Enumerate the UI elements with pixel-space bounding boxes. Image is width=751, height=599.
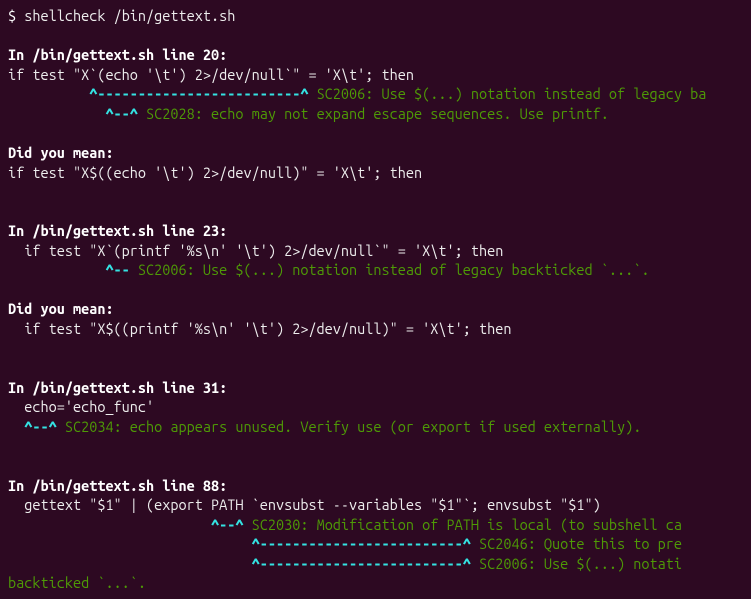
issue-pointer: ^-------------------------^ SC2006: Use … [8, 84, 743, 104]
caret-range: ^-------------------------^ [8, 555, 479, 572]
did-you-mean-code: if test "X$((echo '\t') 2>/dev/null)" = … [8, 163, 743, 183]
shell-prompt: $ [8, 7, 24, 24]
caret-range: ^-- [8, 261, 138, 278]
issue-message-continuation: backticked `...`. [8, 573, 743, 593]
issue-message: SC2046: Quote this to pre [479, 535, 682, 552]
issue-header: In /bin/gettext.sh line 20: [8, 45, 743, 65]
issue-message: SC2006: Use $(...) notation instead of l… [317, 85, 707, 102]
issue-message: SC2034: echo appears unused. Verify use … [65, 418, 642, 435]
command-line[interactable]: $ shellcheck /bin/gettext.sh [8, 6, 743, 26]
blank-line [8, 202, 743, 222]
blank-line [8, 436, 743, 456]
issue-pointer: ^-- SC2006: Use $(...) notation instead … [8, 260, 743, 280]
caret-range: ^--^ [8, 516, 252, 533]
did-you-mean-label: Did you mean: [8, 299, 743, 319]
blank-line [8, 339, 743, 359]
blank-line [8, 182, 743, 202]
issue-pointer: ^-------------------------^ SC2046: Quot… [8, 534, 743, 554]
issue-message: SC2006: Use $(...) notati [479, 555, 682, 572]
blank-line [8, 456, 743, 476]
did-you-mean-label: Did you mean: [8, 143, 743, 163]
issue-pointer: ^--^ SC2034: echo appears unused. Verify… [8, 417, 743, 437]
issue-header: In /bin/gettext.sh line 88: [8, 476, 743, 496]
issue-message: SC2030: Modification of PATH is local (t… [252, 516, 682, 533]
issue-pointer: ^-------------------------^ SC2006: Use … [8, 554, 743, 574]
caret-range: ^-------------------------^ [8, 85, 317, 102]
caret-range: ^-------------------------^ [8, 535, 479, 552]
issue-code: gettext "$1" | (export PATH `envsubst --… [8, 495, 743, 515]
issue-header: In /bin/gettext.sh line 31: [8, 378, 743, 398]
issue-message: SC2028: echo may not expand escape seque… [146, 105, 609, 122]
did-you-mean-code: if test "X$((printf '%s\n' '\t') 2>/dev/… [8, 319, 743, 339]
issue-message: SC2006: Use $(...) notation instead of l… [138, 261, 650, 278]
issue-pointer: ^--^ SC2030: Modification of PATH is loc… [8, 515, 743, 535]
issue-code: if test "X`(echo '\t') 2>/dev/null`" = '… [8, 65, 743, 85]
caret-range: ^--^ [8, 418, 65, 435]
issue-pointer: ^--^ SC2028: echo may not expand escape … [8, 104, 743, 124]
issue-code: echo='echo_func' [8, 397, 743, 417]
blank-line [8, 280, 743, 300]
blank-line [8, 26, 743, 46]
command-text: shellcheck /bin/gettext.sh [24, 7, 235, 24]
issue-code: if test "X`(printf '%s\n' '\t') 2>/dev/n… [8, 241, 743, 261]
blank-line [8, 123, 743, 143]
blank-line [8, 358, 743, 378]
issue-header: In /bin/gettext.sh line 23: [8, 221, 743, 241]
caret-range: ^--^ [8, 105, 146, 122]
